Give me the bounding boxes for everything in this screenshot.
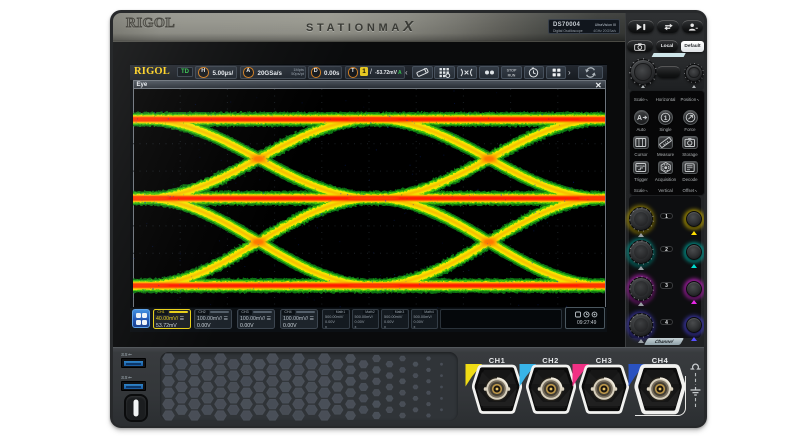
- svg-text:RUN: RUN: [508, 73, 516, 77]
- svg-text:A: A: [637, 115, 642, 122]
- svg-text:STOP: STOP: [507, 68, 517, 72]
- svg-text:1: 1: [664, 114, 668, 121]
- svg-text:EDGE: EDGE: [637, 164, 646, 168]
